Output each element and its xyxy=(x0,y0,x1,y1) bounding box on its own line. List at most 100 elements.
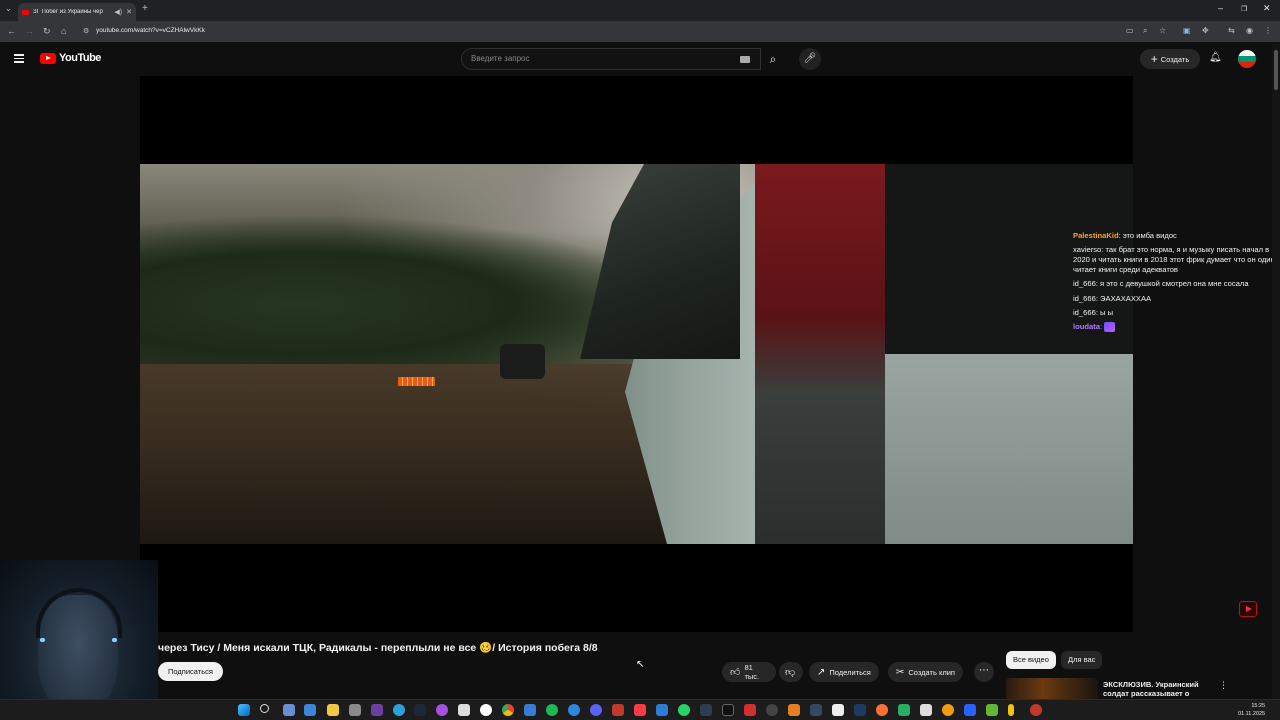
app-icon[interactable] xyxy=(371,704,383,716)
start-windows-icon[interactable] xyxy=(238,704,250,716)
share-label: Поделиться xyxy=(829,667,871,677)
create-button-label: Создать xyxy=(1160,54,1190,64)
overlay-emote-icon xyxy=(398,377,435,386)
home-icon[interactable]: ⌂ xyxy=(61,26,66,36)
minecraft-icon[interactable] xyxy=(986,704,998,716)
app-icon[interactable] xyxy=(964,704,976,716)
tab-close-icon[interactable]: ✕ xyxy=(126,8,132,16)
app-icon[interactable] xyxy=(700,704,712,716)
whatsapp-icon[interactable] xyxy=(678,704,690,716)
extension-icon[interactable]: ▣ xyxy=(1183,26,1191,35)
video-frame[interactable] xyxy=(140,164,1133,544)
create-button[interactable]: + Создать xyxy=(1140,49,1200,69)
share-button[interactable]: ↗ Поделиться xyxy=(809,662,879,682)
youtube-logo-text: YouTube xyxy=(59,52,101,64)
app-icon[interactable] xyxy=(1030,704,1042,716)
firefox-icon[interactable] xyxy=(876,704,888,716)
app-icon[interactable] xyxy=(524,704,536,716)
new-tab-icon[interactable]: + xyxy=(142,3,148,14)
spotify-icon[interactable] xyxy=(546,704,558,716)
window-close-icon[interactable]: ✕ xyxy=(1263,3,1271,14)
app-icon[interactable] xyxy=(810,704,822,716)
yandex-icon[interactable] xyxy=(480,704,492,716)
app-icon[interactable] xyxy=(942,704,954,716)
minimize-icon[interactable]: – xyxy=(1218,3,1223,13)
avatar[interactable] xyxy=(1238,50,1256,68)
plus-icon: + xyxy=(1150,52,1158,66)
taskbar-clock[interactable]: 15:25 01.11.2025 xyxy=(1238,702,1265,718)
microphone-icon: 🎤︎ xyxy=(803,53,817,64)
app-icon[interactable] xyxy=(349,704,361,716)
menu-icon[interactable] xyxy=(14,54,24,63)
more-actions-button[interactable]: ⋯ xyxy=(974,662,994,682)
search-button[interactable]: ⌕ xyxy=(761,48,785,70)
cast-icon[interactable]: ▭ xyxy=(1126,26,1134,35)
chat-message: id_666: ЭАХАХАХХАА xyxy=(1073,293,1152,303)
like-button[interactable]: 👍︎ 81 тыс. xyxy=(722,662,776,682)
keyboard-icon[interactable] xyxy=(740,56,750,63)
scissors-icon: ✂ xyxy=(896,666,905,678)
reload-icon[interactable]: ↻ xyxy=(43,26,51,37)
app-icon[interactable] xyxy=(832,704,844,716)
mouse-cursor-icon: ↖ xyxy=(636,659,645,670)
app-icon[interactable] xyxy=(436,704,448,716)
widgets-icon[interactable] xyxy=(304,704,316,716)
app-icon[interactable] xyxy=(612,704,624,716)
webcam-overlay: ⚙ xyxy=(0,560,158,720)
profile-icon[interactable]: ◉ xyxy=(1246,26,1253,35)
voice-search-button[interactable]: 🎤︎ xyxy=(799,48,821,70)
tab-search-icon[interactable]: ⌄ xyxy=(5,4,12,13)
video-van-taillight xyxy=(755,164,885,544)
app-icon[interactable] xyxy=(656,704,668,716)
search-input[interactable]: Введите запрос xyxy=(471,54,530,63)
clip-button[interactable]: ✂ Создать клип xyxy=(888,662,963,682)
zoom-icon[interactable]: ⌕ xyxy=(1143,26,1147,36)
file-explorer-icon[interactable] xyxy=(327,704,339,716)
app-icon[interactable] xyxy=(744,704,756,716)
chip-for-you[interactable]: Для вас xyxy=(1061,651,1103,669)
forward-icon[interactable]: → xyxy=(25,26,34,36)
page-scroll-thumb[interactable] xyxy=(1274,50,1278,90)
app-icon[interactable] xyxy=(898,704,910,716)
recommended-title[interactable]: ЭКСКЛЮЗИВ. Украинский солдат рассказывае… xyxy=(1103,680,1213,698)
terminal-icon[interactable] xyxy=(722,704,734,716)
app-icon[interactable] xyxy=(920,704,932,716)
maximize-icon[interactable]: ❐ xyxy=(1241,5,1247,13)
app-icon[interactable] xyxy=(458,704,470,716)
discord-icon[interactable] xyxy=(590,704,602,716)
app-icon[interactable] xyxy=(568,704,580,716)
recommended-menu-icon[interactable]: ⋮ xyxy=(1219,680,1228,691)
video-van-bumper xyxy=(885,354,1133,544)
app-icon[interactable] xyxy=(1008,704,1014,716)
bookmark-star-icon[interactable]: ☆ xyxy=(1159,26,1166,35)
extensions-puzzle-icon[interactable]: ✥ xyxy=(1202,26,1209,35)
clip-label: Создать клип xyxy=(908,667,955,677)
sidebar-icon[interactable]: ⇆ xyxy=(1228,26,1235,35)
steam-icon[interactable] xyxy=(414,704,426,716)
task-view-icon[interactable] xyxy=(283,704,295,716)
search-box[interactable]: Введите запрос xyxy=(461,48,761,70)
site-info-icon[interactable]: ⚙ xyxy=(83,27,89,35)
youtube-logo[interactable]: YouTube xyxy=(40,52,101,64)
app-icon[interactable] xyxy=(788,704,800,716)
subscribe-button[interactable]: Подписаться xyxy=(158,662,223,681)
youtube-logo-icon xyxy=(40,52,56,64)
chip-all-videos[interactable]: Все видео xyxy=(1006,651,1056,669)
search-icon: ⌕ xyxy=(769,52,777,66)
back-icon[interactable]: ← xyxy=(7,26,16,36)
taskbar-search-icon[interactable] xyxy=(260,704,269,713)
notifications-bell-icon[interactable]: 🔔︎ xyxy=(1209,52,1222,63)
browser-tab[interactable]: ЗГ Побег из Украины чер ◀) ✕ xyxy=(18,3,136,21)
app-icon[interactable] xyxy=(766,704,778,716)
stream-chat-overlay: PalestinaKid: это имба видос xavierso: т… xyxy=(1073,231,1278,336)
music-icon[interactable] xyxy=(634,704,646,716)
telegram-icon[interactable] xyxy=(393,704,405,716)
app-icon[interactable] xyxy=(854,704,866,716)
dislike-button[interactable]: 👎︎ xyxy=(779,662,803,682)
audio-playing-icon[interactable]: ◀) xyxy=(114,8,122,16)
like-count: 81 тыс. xyxy=(744,663,760,681)
browser-menu-icon[interactable]: ⋮ xyxy=(1264,26,1272,35)
address-input[interactable]: youtube.com/watch?v=vCZHAlwVkKk xyxy=(96,27,205,34)
page-scrollbar[interactable] xyxy=(1272,44,1280,699)
chrome-icon[interactable] xyxy=(502,704,514,716)
